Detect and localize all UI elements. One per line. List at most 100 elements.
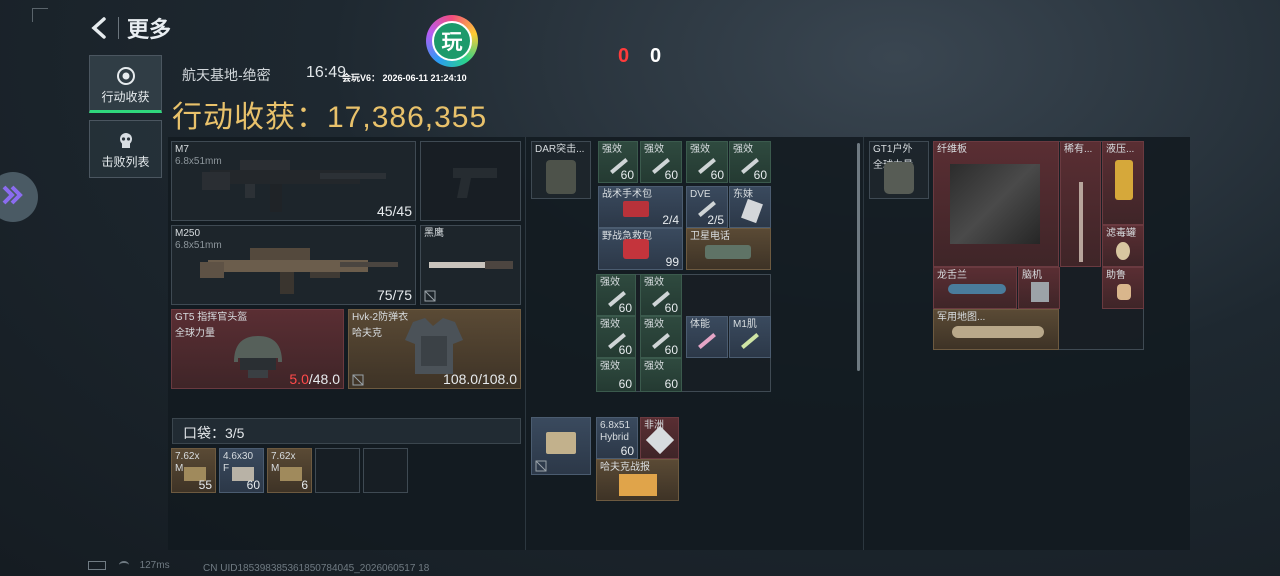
item-name: 强效 xyxy=(644,144,664,155)
pocket-item[interactable]: 7.62x M 6 xyxy=(267,448,312,493)
item-count: 60 xyxy=(620,168,634,182)
pocket-item[interactable]: 4.6x30 F 60 xyxy=(219,448,264,493)
pocket-empty-slot[interactable] xyxy=(315,448,360,493)
medkit-icon xyxy=(623,201,649,217)
secure-item[interactable]: 6.8x51 Hybrid 60 xyxy=(596,417,638,459)
no-insure-icon xyxy=(352,373,364,386)
backpack-item[interactable]: 液压... xyxy=(1102,141,1144,225)
weapon-ammo: 45/45 xyxy=(376,203,412,219)
bag-item[interactable]: 体能 xyxy=(686,316,728,358)
weapon-slot-primary[interactable]: M7 6.8x51mm 45/45 xyxy=(171,141,416,221)
weapon-name: M250 xyxy=(175,228,201,239)
item-count: 2/5 xyxy=(707,213,724,227)
rig-item[interactable]: 强效 60 xyxy=(729,141,771,183)
item-count: 60 xyxy=(664,301,678,315)
pistol-slot[interactable] xyxy=(420,141,521,221)
melee-slot[interactable]: 黑鹰 xyxy=(420,225,521,305)
match-time: 16:49 xyxy=(306,64,347,81)
rig-item[interactable]: DVE 2/5 xyxy=(686,186,728,228)
loot-value: 17,386,355 xyxy=(327,101,488,134)
bag-item[interactable]: M1肌 xyxy=(729,316,771,358)
loot-value-line: 行动收获：17,386,355 xyxy=(172,92,487,136)
item-name: 液压... xyxy=(1106,144,1135,155)
backpack-item[interactable]: 稀有... xyxy=(1060,141,1101,267)
hydraulic-icon xyxy=(1115,160,1133,200)
back-icon[interactable] xyxy=(88,16,112,40)
ping-text: 127ms xyxy=(139,560,170,571)
rig-item[interactable]: 强效 60 xyxy=(640,141,682,183)
body-armor-icon xyxy=(405,318,463,374)
backpack-item[interactable]: 脑机 xyxy=(1018,267,1060,309)
tab-kill-list[interactable]: 击败列表 xyxy=(89,120,162,178)
pocket-item[interactable]: 7.62x M 55 xyxy=(171,448,216,493)
backpack-item[interactable]: 军用地图... xyxy=(933,309,1059,350)
pocket-empty-slot[interactable] xyxy=(363,448,408,493)
score-white: 0 xyxy=(650,45,662,67)
status-bar: 127ms xyxy=(88,560,170,571)
secure-container-slot[interactable] xyxy=(531,417,591,475)
helmet-name: GT5 指挥官头盔 xyxy=(175,312,248,323)
item-count: 2/4 xyxy=(662,213,679,227)
item-name: 哈夫克战报 xyxy=(600,462,650,473)
rig-item[interactable]: 卫星电话 xyxy=(686,228,771,270)
bag-item[interactable]: 强效 60 xyxy=(640,316,682,358)
bag-item[interactable]: 强效 60 xyxy=(596,316,636,358)
tab-label: 击败列表 xyxy=(101,155,150,169)
backpack-slot[interactable]: GT1户外 全球力量 xyxy=(869,141,929,199)
item-name: 强效 xyxy=(602,144,622,155)
item-name: 体能 xyxy=(690,319,710,330)
no-insure-icon xyxy=(535,459,547,472)
knife-icon xyxy=(429,261,513,269)
item-name: 7.62x xyxy=(271,451,296,462)
fiberboard-icon xyxy=(950,164,1040,244)
bottle-icon xyxy=(948,284,1006,294)
item-name: 强效 xyxy=(644,277,664,288)
bag-item[interactable]: 强效 60 xyxy=(640,358,682,392)
helmet-brand: 全球力量 xyxy=(175,328,215,339)
chest-rig-icon xyxy=(546,160,576,194)
scrollbar[interactable] xyxy=(857,143,860,371)
bag-item[interactable]: 强效 60 xyxy=(596,274,636,316)
item-name: 纤维板 xyxy=(937,144,967,155)
tab-action-loot[interactable]: 行动收获 xyxy=(89,55,162,113)
body-armor-slot[interactable]: Hvk-2防弹衣 哈夫克 108.0/108.0 xyxy=(348,309,521,389)
backpack-item[interactable]: 滤毒罐 xyxy=(1102,225,1144,267)
item-name: 稀有... xyxy=(1064,144,1093,155)
item-count: 60 xyxy=(618,377,632,391)
map-tube-icon xyxy=(952,326,1044,338)
secure-case-icon xyxy=(546,432,576,454)
helmet-slot[interactable]: GT5 指挥官头盔 全球力量 5.0/48.0 xyxy=(171,309,344,389)
chest-rig-slot[interactable]: DAR突击... xyxy=(531,141,591,199)
filter-canister-icon xyxy=(1116,242,1130,260)
backpack-item[interactable]: 纤维板 xyxy=(933,141,1059,267)
app-watermark-logo: 玩 xyxy=(426,15,478,67)
corner-decoration xyxy=(32,8,48,22)
bag-item[interactable]: 强效 60 xyxy=(596,358,636,392)
rig-item[interactable]: 强效 60 xyxy=(598,141,638,183)
rig-item[interactable]: 战术手术包 2/4 xyxy=(598,186,683,228)
item-sub: Hybrid xyxy=(600,432,629,443)
rig-item[interactable]: 野战急救包 99 xyxy=(598,228,683,270)
panel-divider xyxy=(863,137,864,550)
machine-gun-icon xyxy=(200,248,398,294)
scepter-icon xyxy=(1079,182,1083,262)
backpack-item[interactable]: 助鲁 xyxy=(1102,267,1144,309)
top-nav: 更多 xyxy=(88,12,171,44)
float-menu-button[interactable] xyxy=(0,172,38,222)
backpack-item[interactable]: 龙舌兰 xyxy=(933,267,1017,309)
weapon-ammo: 75/75 xyxy=(376,287,412,303)
page-title[interactable]: 更多 xyxy=(127,12,171,44)
item-name: 强效 xyxy=(733,144,753,155)
item-name: 脑机 xyxy=(1022,270,1042,281)
satellite-phone-icon xyxy=(705,245,751,259)
secure-item[interactable]: 哈夫克战报 xyxy=(596,459,679,501)
durability-max: /48.0 xyxy=(308,371,340,387)
secure-item[interactable]: 非洲 xyxy=(640,417,679,459)
weapon-slot-secondary[interactable]: M250 6.8x51mm 75/75 xyxy=(171,225,416,305)
rig-item[interactable]: 东妹 xyxy=(729,186,771,228)
rig-item[interactable]: 强效 60 xyxy=(686,141,728,183)
item-name: 助鲁 xyxy=(1106,270,1126,281)
item-name: 卫星电话 xyxy=(690,231,730,242)
panel-divider xyxy=(525,137,526,550)
bag-item[interactable]: 强效 60 xyxy=(640,274,682,316)
